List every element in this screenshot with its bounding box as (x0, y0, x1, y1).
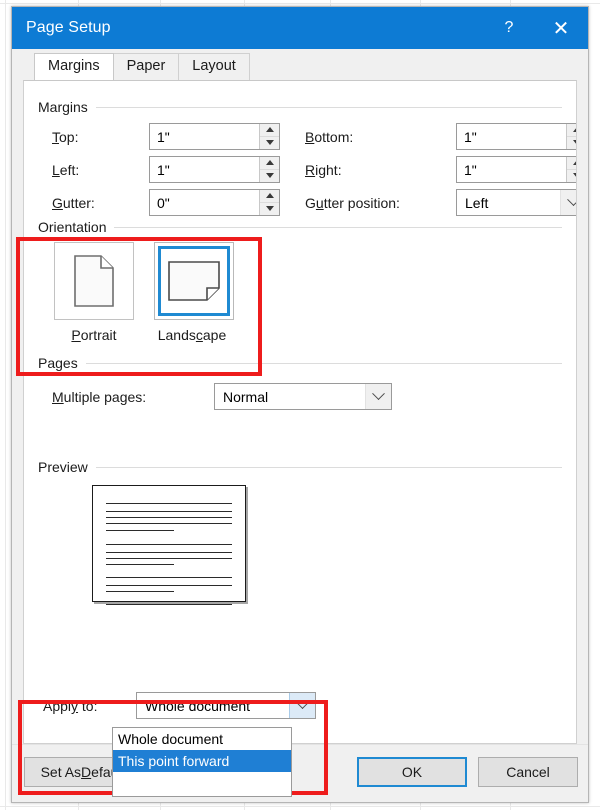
orientation-group-header: Orientation (38, 219, 562, 235)
group-divider (85, 362, 562, 364)
close-icon[interactable]: ✕ (538, 7, 584, 49)
pages-group-label: Pages (38, 355, 78, 371)
right-margin-value: 1" (464, 162, 477, 178)
left-margin-spinner[interactable] (259, 157, 279, 182)
margins-group-header: Margins (38, 99, 562, 115)
right-margin-spinner[interactable] (566, 157, 576, 182)
bottom-margin-value: 1" (464, 129, 477, 145)
left-margin-value: 1" (157, 162, 170, 178)
ok-button[interactable]: OK (357, 757, 467, 787)
multiple-pages-value: Normal (223, 389, 269, 405)
portrait-page-icon (74, 255, 114, 307)
top-margin-label: Top: (52, 129, 79, 145)
tab-margins[interactable]: Margins (34, 53, 114, 80)
apply-to-option-this-point-forward[interactable]: This point forward (113, 750, 291, 772)
dialog-title-bar[interactable]: Page Setup ? ✕ (12, 7, 588, 49)
gutter-decrement[interactable] (260, 202, 279, 215)
right-margin-decrement[interactable] (567, 169, 576, 182)
gutter-position-label: Gutter position: (305, 195, 400, 211)
top-margin-decrement[interactable] (260, 136, 279, 149)
left-margin-increment[interactable] (260, 157, 279, 170)
chevron-down-icon[interactable] (365, 384, 391, 409)
apply-to-dropdown[interactable]: Whole document (136, 692, 316, 719)
preview-group-header: Preview (38, 459, 562, 475)
preview-group-label: Preview (38, 459, 88, 475)
gutter-position-dropdown[interactable]: Left (456, 189, 576, 216)
multiple-pages-dropdown[interactable]: Normal (214, 383, 392, 410)
dialog-button-bar: Set As Default OK Cancel (12, 744, 588, 802)
help-icon[interactable]: ? (486, 7, 532, 49)
pages-group-header: Pages (38, 355, 562, 371)
dialog-title: Page Setup (26, 19, 111, 36)
orientation-option-portrait[interactable] (54, 242, 134, 320)
gutter-input[interactable]: 0" (149, 189, 280, 216)
group-divider (95, 106, 562, 108)
tab-layout[interactable]: Layout (178, 53, 250, 80)
right-margin-label: Right: (305, 162, 342, 178)
apply-to-option-empty[interactable] (113, 772, 291, 796)
gutter-label: Gutter: (52, 195, 95, 211)
apply-to-label: Apply to: (43, 698, 98, 714)
left-margin-decrement[interactable] (260, 169, 279, 182)
selection-ring (158, 246, 230, 316)
orientation-label-portrait: Portrait (71, 327, 117, 343)
apply-to-option-list[interactable]: Whole document This point forward (112, 727, 292, 797)
landscape-page-icon (168, 261, 220, 301)
orientation-group-label: Orientation (38, 219, 107, 235)
margins-tab-panel: Margins Top: 1" Bottom: 1" Left: 1" Righ… (23, 80, 577, 744)
page-setup-dialog: Page Setup ? ✕ Margins Paper Layout Marg… (11, 6, 589, 803)
apply-to-option-whole-document[interactable]: Whole document (113, 728, 291, 750)
margins-group-label: Margins (38, 99, 88, 115)
tab-strip: Margins Paper Layout (12, 49, 588, 80)
chevron-down-icon[interactable] (560, 190, 576, 215)
group-divider (114, 226, 562, 228)
chevron-down-icon[interactable] (289, 693, 315, 718)
apply-to-value: Whole document (145, 698, 251, 714)
multiple-pages-label: Multiple pages: (52, 389, 147, 405)
gutter-spinner[interactable] (259, 190, 279, 215)
top-margin-input[interactable]: 1" (149, 123, 280, 150)
tab-paper[interactable]: Paper (112, 53, 180, 80)
top-margin-value: 1" (157, 129, 170, 145)
top-margin-spinner[interactable] (259, 124, 279, 149)
bottom-margin-input[interactable]: 1" (456, 123, 576, 150)
gutter-value: 0" (157, 195, 170, 211)
group-divider (95, 466, 562, 468)
bottom-margin-decrement[interactable] (567, 136, 576, 149)
left-margin-input[interactable]: 1" (149, 156, 280, 183)
right-margin-input[interactable]: 1" (456, 156, 576, 183)
gutter-increment[interactable] (260, 190, 279, 203)
left-margin-label: Left: (52, 162, 80, 178)
orientation-label-landscape: Landscape (157, 327, 227, 343)
orientation-option-landscape[interactable] (154, 242, 234, 320)
page-preview (92, 485, 246, 606)
bottom-margin-label: Bottom: (305, 129, 354, 145)
top-margin-increment[interactable] (260, 124, 279, 137)
gutter-position-value: Left (465, 195, 489, 211)
bottom-margin-increment[interactable] (567, 124, 576, 137)
right-margin-increment[interactable] (567, 157, 576, 170)
bottom-margin-spinner[interactable] (566, 124, 576, 149)
cancel-button[interactable]: Cancel (478, 757, 578, 787)
